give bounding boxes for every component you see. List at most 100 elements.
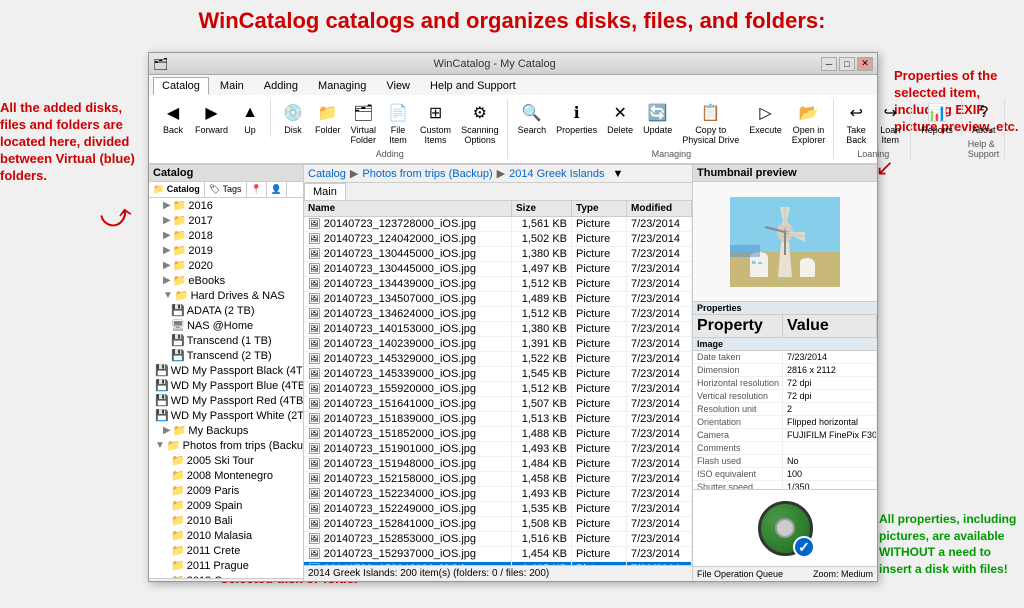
title-bar-buttons: ─ □ ✕ [821,57,873,71]
tree-item-2009s[interactable]: 📁 2009 Spain [149,498,303,513]
tree-item-2011p[interactable]: 📁 2011 Prague [149,558,303,573]
tree-item-2009p[interactable]: 📁 2009 Paris [149,483,303,498]
open-in-explorer-button[interactable]: 📂Open inExplorer [788,99,830,147]
delete-button[interactable]: ✕Delete [603,99,637,147]
breadcrumb-catalog[interactable]: Catalog [308,168,346,180]
tree-item-2008[interactable]: 📁 2008 Montenegro [149,468,303,483]
col-header-type[interactable]: Type [572,201,627,216]
file-row[interactable]: 🖼20140723_152158000_iOS.jpg 1,458 KB Pic… [304,472,692,487]
file-row[interactable]: 🖼20140723_140153000_iOS.jpg 1,380 KB Pic… [304,322,692,337]
tab-help[interactable]: Help and Support [421,77,525,95]
tree-item-2010m[interactable]: 📁 2010 Malasia [149,528,303,543]
col-header-name[interactable]: Name [304,201,512,216]
tree-item-2017[interactable]: ▶📁 2017 [149,213,303,228]
col-header-modified[interactable]: Modified [627,201,692,216]
tree-item-wd-white[interactable]: 💾 WD My Passport White (2TB) [149,408,303,423]
file-row[interactable]: 🖼20140723_152249000_iOS.jpg 1,535 KB Pic… [304,502,692,517]
file-icon: 🖼 [308,354,321,365]
col-header-size[interactable]: Size [512,201,572,216]
tree-item-2018[interactable]: ▶📁 2018 [149,228,303,243]
close-button[interactable]: ✕ [857,57,873,71]
sidebar-tab-catalog[interactable]: 📁 Catalog [149,182,205,197]
disk-icon-area: ✓ [693,489,877,566]
custom-items-button[interactable]: ⊞CustomItems [416,99,455,147]
about-button[interactable]: ?About [968,99,1000,137]
copy-to-button[interactable]: 📋Copy toPhysical Drive [678,99,743,147]
file-row[interactable]: 🖼20140723_151641000_iOS.jpg 1,507 KB Pic… [304,397,692,412]
tree-item-2019[interactable]: ▶📁 2019 [149,243,303,258]
sidebar-tab-tags[interactable]: 🏷 Tags [205,182,247,197]
tab-view[interactable]: View [377,77,419,95]
tree-item-wd-red[interactable]: 💾 WD My Passport Red (4TB) [149,393,303,408]
tree-item-transcend2[interactable]: 💾 Transcend (2 TB) [149,348,303,363]
ph-property: Property [693,315,783,337]
file-row[interactable]: 🖼20140723_134507000_iOS.jpg 1,489 KB Pic… [304,292,692,307]
tree-item-2011c[interactable]: 📁 2011 Crete [149,543,303,558]
tree-item-nas[interactable]: 🖥 NAS @Home [149,318,303,333]
tree-item-hard-drives[interactable]: ▼📁 Hard Drives & NAS [149,288,303,303]
file-row[interactable]: 🖼20140723_152841000_iOS.jpg 1,508 KB Pic… [304,517,692,532]
tree-item-2010b[interactable]: 📁 2010 Bali [149,513,303,528]
tree-item-wd-blue[interactable]: 💾 WD My Passport Blue (4TB) [149,378,303,393]
file-row[interactable]: 🖼20140723_151839000_iOS.jpg 1,513 KB Pic… [304,412,692,427]
loan-item-button[interactable]: ↪LoanItem [874,99,906,147]
file-icon: 🖼 [308,549,321,560]
tab-managing[interactable]: Managing [309,77,375,95]
file-icon: 🖼 [308,414,321,425]
file-row[interactable]: 🖼20140723_134624000_iOS.jpg 1,512 KB Pic… [304,307,692,322]
file-row[interactable]: 🖼20140723_152853000_iOS.jpg 1,516 KB Pic… [304,532,692,547]
props-row: Dimension 2816 x 2112 [693,364,877,377]
up-button[interactable]: ▲Up [234,99,266,137]
sidebar-tab-contacts[interactable]: 👤 [267,182,287,197]
tree-item-adata[interactable]: 💾 ADATA (2 TB) [149,303,303,318]
file-row[interactable]: 🖼20140723_151852000_iOS.jpg 1,488 KB Pic… [304,427,692,442]
tree-item-photos[interactable]: ▼📁 Photos from trips (Backup) [149,438,303,453]
file-item-button[interactable]: 📄FileItem [382,99,414,147]
file-row[interactable]: 🖼20140723_134439000_iOS.jpg 1,512 KB Pic… [304,277,692,292]
file-row[interactable]: 🖼20140723_155920000_iOS.jpg 1,512 KB Pic… [304,382,692,397]
file-row[interactable]: 🖼20140723_152937000_iOS.jpg 1,454 KB Pic… [304,547,692,562]
maximize-button[interactable]: □ [839,57,855,71]
file-row[interactable]: 🖼20140723_140239000_iOS.jpg 1,391 KB Pic… [304,337,692,352]
tree-item-2005[interactable]: 📁 2005 Ski Tour [149,453,303,468]
tab-adding[interactable]: Adding [255,77,307,95]
file-row[interactable]: 🖼20140723_145339000_iOS.jpg 1,545 KB Pic… [304,367,692,382]
breadcrumb-dropdown[interactable]: ▼ [612,168,623,180]
tree-item-backups[interactable]: ▶📁 My Backups [149,423,303,438]
scanning-options-button[interactable]: ⚙ScanningOptions [457,99,503,147]
reports-button[interactable]: 📊Reports [917,99,957,137]
forward-button[interactable]: ▶Forward [191,99,232,137]
file-row[interactable]: 🖼20140723_130445000_iOS.jpg 1,497 KB Pic… [304,262,692,277]
minimize-button[interactable]: ─ [821,57,837,71]
tree-item-2016[interactable]: ▶📁 2016 [149,198,303,213]
content-tab-main[interactable]: Main [304,183,346,200]
execute-button[interactable]: ▷Execute [745,99,786,147]
tree-item-transcend1[interactable]: 💾 Transcend (1 TB) [149,333,303,348]
tree-item-2020[interactable]: ▶📁 2020 [149,258,303,273]
file-row[interactable]: 🖼20140723_130445000_iOS.jpg 1,380 KB Pic… [304,247,692,262]
tab-main[interactable]: Main [211,77,253,95]
ribbon-tabs: Catalog Main Adding Managing View Help a… [149,75,877,95]
back-button[interactable]: ◀Back [157,99,189,137]
folder-button[interactable]: 📁Folder [311,99,345,147]
update-button[interactable]: 🔄Update [639,99,676,147]
main-area: Catalog 📁 Catalog 🏷 Tags 📍 👤 ▶📁 2016 ▶📁 … [149,165,877,581]
file-row[interactable]: 🖼20140723_123728000_iOS.jpg 1,561 KB Pic… [304,217,692,232]
file-row[interactable]: 🖼20140723_124042000_iOS.jpg 1,502 KB Pic… [304,232,692,247]
file-row[interactable]: 🖼20140723_151901000_iOS.jpg 1,493 KB Pic… [304,442,692,457]
thumbnail-area [693,182,877,302]
take-back-button[interactable]: ↩TakeBack [840,99,872,147]
breadcrumb-photos[interactable]: Photos from trips (Backup) [362,168,492,180]
sidebar-tab-locations[interactable]: 📍 [247,182,267,197]
file-row[interactable]: 🖼20140723_151948000_iOS.jpg 1,484 KB Pic… [304,457,692,472]
tree-item-wd-black[interactable]: 💾 WD My Passport Black (4TB) [149,363,303,378]
breadcrumb-greek[interactable]: 2014 Greek Islands [509,168,604,180]
tree-item-ebooks[interactable]: ▶📁 eBooks [149,273,303,288]
tab-catalog[interactable]: Catalog [153,77,209,95]
search-button[interactable]: 🔍Search [514,99,551,147]
file-row[interactable]: 🖼20140723_145329000_iOS.jpg 1,522 KB Pic… [304,352,692,367]
disk-button[interactable]: 💿Disk [277,99,309,147]
properties-button[interactable]: ℹProperties [552,99,601,147]
file-row[interactable]: 🖼20140723_152234000_iOS.jpg 1,493 KB Pic… [304,487,692,502]
virtual-folder-button[interactable]: 🗂VirtualFolder [347,99,381,147]
